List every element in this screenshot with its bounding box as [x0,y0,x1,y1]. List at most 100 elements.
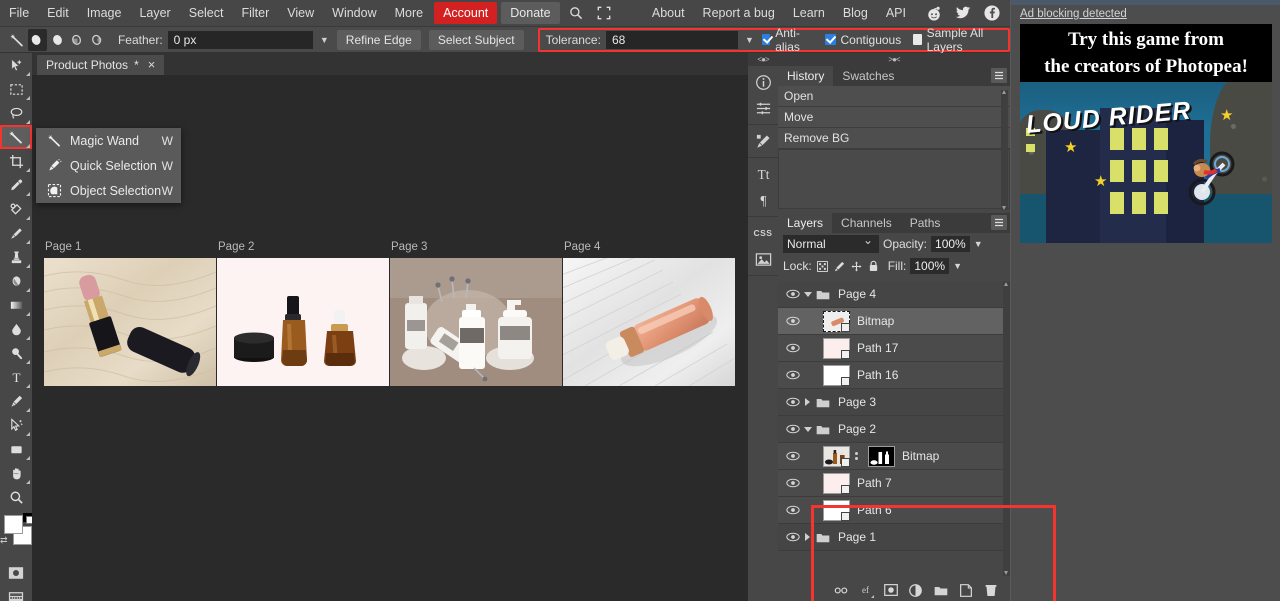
layer-thumbnail[interactable] [823,364,850,386]
magic-wand-tool[interactable] [0,125,32,149]
visibility-icon[interactable] [784,289,801,299]
fill-value[interactable]: 100% [910,258,950,274]
layer-row-page-2[interactable]: Page 2 [778,416,1003,443]
page-4[interactable]: Page 4 [563,241,735,386]
visibility-icon[interactable] [784,316,801,326]
account-button[interactable]: Account [434,2,498,24]
intersect-selection-icon[interactable] [88,29,107,51]
scroll-down-icon[interactable] [1002,206,1006,210]
reddit-icon[interactable] [924,3,944,23]
contiguous-box[interactable] [824,34,836,45]
visibility-icon[interactable] [784,370,801,380]
ad-blocking-notice[interactable]: Ad blocking detected [1011,5,1131,22]
eyedropper-tool[interactable] [0,173,32,197]
opacity-value[interactable]: 100% [931,236,970,252]
history-list[interactable]: Open Move Remove BG [778,86,1010,209]
menu-view[interactable]: View [278,1,323,25]
screen-mode-icon[interactable] [0,585,32,601]
page-4-artboard[interactable] [563,258,735,386]
foreground-color-swatch[interactable] [4,515,23,534]
adjustment-layer-icon[interactable] [908,583,923,598]
dropdown-item-object-selection[interactable]: Object Selection W [36,178,181,203]
crop-tool[interactable] [0,149,32,173]
layer-thumbnail[interactable] [823,499,850,521]
menu-file[interactable]: File [0,1,38,25]
layer-mask-thumbnail[interactable] [868,445,895,467]
fill-dropdown-icon[interactable]: ▼ [953,261,962,271]
character-icon[interactable]: Tt [748,161,778,187]
gradient-tool[interactable] [0,293,32,317]
table-row[interactable]: Bitmap [778,308,1003,335]
history-item-remove-bg[interactable]: Remove BG [778,128,1010,149]
opacity-dropdown-icon[interactable]: ▼ [974,239,983,249]
hand-tool[interactable] [0,461,32,485]
history-item-move[interactable]: Move [778,107,1010,128]
shape-tool[interactable] [0,437,32,461]
page-1-artboard[interactable] [44,258,216,386]
menu-layer[interactable]: Layer [130,1,179,25]
visibility-icon[interactable] [784,343,801,353]
table-row[interactable]: Path 6 [778,497,1003,524]
layer-thumbnail[interactable] [823,310,850,332]
page-3-artboard[interactable] [390,258,562,386]
table-row[interactable]: Path 7 [778,470,1003,497]
menu-filter[interactable]: Filter [232,1,278,25]
css-icon[interactable]: CSS [748,220,778,246]
sample-all-layers-checkbox[interactable]: Sample All Layers [913,26,1000,54]
lock-all-icon[interactable] [867,259,880,273]
tab-paths[interactable]: Paths [900,213,950,233]
lock-transparency-icon[interactable] [816,259,829,273]
new-selection-icon[interactable] [28,28,48,51]
lock-position-icon[interactable] [850,259,863,273]
swap-colors-icon[interactable]: ⇄ [0,535,8,546]
mask-link-icon[interactable] [853,452,860,460]
scroll-up-icon[interactable] [1004,282,1008,286]
dropdown-item-magic-wand[interactable]: Magic Wand W [36,128,181,153]
tolerance-dropdown-icon[interactable]: ▼ [745,35,754,45]
magic-wand-icon[interactable] [6,29,28,51]
image-icon[interactable] [748,246,778,272]
new-layer-icon[interactable] [958,583,973,598]
menu-report-a-bug[interactable]: Report a bug [694,1,784,25]
scroll-down-icon[interactable] [1004,571,1008,575]
adjustments-icon[interactable] [748,95,778,121]
menu-more[interactable]: More [386,1,432,25]
lock-pixels-icon[interactable] [833,259,846,273]
visibility-icon[interactable] [784,505,801,515]
search-icon[interactable] [562,3,590,23]
subtract-from-selection-icon[interactable] [68,29,87,51]
visibility-icon[interactable] [784,424,801,434]
link-layers-icon[interactable] [833,583,848,598]
expand-toggle-icon[interactable] [801,291,814,297]
menu-about[interactable]: About [643,1,694,25]
page-1[interactable]: Page 1 [44,241,216,386]
visibility-icon[interactable] [784,397,801,407]
brush-tool[interactable] [0,221,32,245]
eraser-tool[interactable] [0,269,32,293]
move-tool[interactable] [0,53,32,77]
type-tool[interactable]: T [0,365,32,389]
rectangular-marquee-tool[interactable] [0,77,32,101]
layers-list[interactable]: Page 4 Bitmap Path 17 Path 16 Page 3 Pag… [778,281,1003,576]
menu-select[interactable]: Select [180,1,233,25]
path-select-tool[interactable] [0,413,32,437]
zoom-tool[interactable] [0,485,32,509]
select-subject-button[interactable]: Select Subject [428,29,524,50]
menu-learn[interactable]: Learn [784,1,834,25]
menu-window[interactable]: Window [323,1,385,25]
donate-button[interactable]: Donate [501,2,560,24]
dropdown-item-quick-selection[interactable]: Quick Selection W [36,153,181,178]
anti-alias-checkbox[interactable]: Anti-alias [761,26,813,54]
blend-mode-select[interactable]: Normal [783,235,879,253]
layers-scrollbar[interactable] [1003,281,1010,576]
tab-history[interactable]: History [778,66,834,86]
history-item-open[interactable]: Open [778,86,1010,107]
menu-api[interactable]: API [877,1,915,25]
layer-row-page-1[interactable]: Page 1 [778,524,1003,551]
add-mask-icon[interactable] [883,583,898,598]
delete-layer-icon[interactable] [983,583,998,598]
page-2-artboard[interactable] [217,258,389,386]
add-to-selection-icon[interactable] [48,29,67,51]
contiguous-checkbox[interactable]: Contiguous [824,33,901,47]
panel-menu-icon[interactable] [991,215,1007,230]
